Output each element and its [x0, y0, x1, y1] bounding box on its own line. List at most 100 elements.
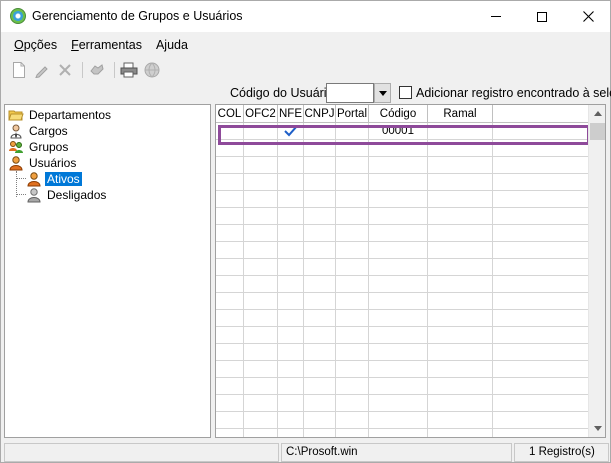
empty-cell[interactable]: [336, 157, 369, 173]
tree-item-usuarios[interactable]: Usuários: [8, 155, 78, 171]
empty-cell[interactable]: [304, 174, 336, 190]
empty-cell[interactable]: [336, 310, 369, 326]
empty-cell[interactable]: [216, 242, 244, 258]
empty-cell[interactable]: [244, 242, 278, 258]
empty-table-row[interactable]: [216, 157, 588, 174]
empty-cell[interactable]: [369, 412, 428, 428]
tree-item-ativos[interactable]: Ativos: [26, 171, 83, 187]
empty-cell[interactable]: [244, 429, 278, 437]
tree-panel[interactable]: Departamentos Cargos Grupos Usuários Ati…: [4, 104, 211, 438]
empty-cell[interactable]: [304, 412, 336, 428]
empty-cell[interactable]: [244, 191, 278, 207]
cell-ramal[interactable]: [428, 123, 493, 139]
empty-cell[interactable]: [428, 361, 493, 377]
associate-button[interactable]: [87, 60, 107, 80]
empty-cell[interactable]: [216, 429, 244, 437]
column-header-codigo[interactable]: Código: [369, 105, 428, 123]
empty-cell[interactable]: [304, 293, 336, 309]
empty-cell[interactable]: [369, 429, 428, 437]
empty-table-row[interactable]: [216, 310, 588, 327]
cell-cnpj[interactable]: [304, 123, 336, 139]
empty-cell[interactable]: [428, 242, 493, 258]
empty-cell[interactable]: [493, 259, 588, 275]
empty-cell[interactable]: [369, 208, 428, 224]
empty-cell[interactable]: [216, 157, 244, 173]
cell-col[interactable]: [216, 123, 244, 139]
empty-cell[interactable]: [336, 361, 369, 377]
empty-cell[interactable]: [493, 191, 588, 207]
empty-cell[interactable]: [244, 361, 278, 377]
empty-table-row[interactable]: [216, 412, 588, 429]
empty-cell[interactable]: [428, 140, 493, 156]
empty-cell[interactable]: [244, 293, 278, 309]
empty-cell[interactable]: [278, 344, 304, 360]
empty-table-row[interactable]: [216, 174, 588, 191]
empty-cell[interactable]: [244, 412, 278, 428]
scroll-up-button[interactable]: [589, 105, 605, 122]
empty-cell[interactable]: [304, 191, 336, 207]
empty-table-row[interactable]: [216, 378, 588, 395]
tree-item-desligados[interactable]: Desligados: [26, 187, 108, 203]
empty-cell[interactable]: [304, 276, 336, 292]
empty-cell[interactable]: [336, 191, 369, 207]
empty-cell[interactable]: [336, 429, 369, 437]
web-button[interactable]: [142, 60, 162, 80]
empty-cell[interactable]: [304, 310, 336, 326]
empty-cell[interactable]: [493, 395, 588, 411]
tree-item-departamentos[interactable]: Departamentos: [8, 107, 113, 123]
empty-cell[interactable]: [278, 174, 304, 190]
empty-cell[interactable]: [244, 140, 278, 156]
empty-cell[interactable]: [278, 140, 304, 156]
empty-cell[interactable]: [336, 140, 369, 156]
empty-cell[interactable]: [304, 344, 336, 360]
empty-cell[interactable]: [278, 378, 304, 394]
empty-cell[interactable]: [369, 225, 428, 241]
empty-cell[interactable]: [278, 361, 304, 377]
empty-cell[interactable]: [216, 225, 244, 241]
empty-table-row[interactable]: [216, 208, 588, 225]
empty-cell[interactable]: [244, 378, 278, 394]
empty-cell[interactable]: [336, 242, 369, 258]
empty-cell[interactable]: [369, 140, 428, 156]
print-button[interactable]: [119, 60, 139, 80]
empty-cell[interactable]: [304, 361, 336, 377]
empty-table-row[interactable]: [216, 429, 588, 437]
empty-cell[interactable]: [369, 395, 428, 411]
empty-cell[interactable]: [336, 225, 369, 241]
menu-ferramentas[interactable]: Ferramentas: [64, 38, 149, 52]
table-row[interactable]: 00001: [216, 123, 588, 140]
empty-cell[interactable]: [369, 344, 428, 360]
empty-cell[interactable]: [493, 242, 588, 258]
empty-cell[interactable]: [336, 344, 369, 360]
empty-cell[interactable]: [428, 208, 493, 224]
empty-cell[interactable]: [428, 259, 493, 275]
empty-cell[interactable]: [493, 208, 588, 224]
empty-cell[interactable]: [428, 395, 493, 411]
empty-cell[interactable]: [493, 140, 588, 156]
maximize-button[interactable]: [519, 1, 565, 32]
column-header-ramal[interactable]: Ramal: [428, 105, 493, 123]
empty-cell[interactable]: [369, 293, 428, 309]
empty-cell[interactable]: [244, 259, 278, 275]
empty-cell[interactable]: [244, 395, 278, 411]
empty-cell[interactable]: [304, 378, 336, 394]
empty-cell[interactable]: [216, 310, 244, 326]
empty-cell[interactable]: [336, 327, 369, 343]
empty-cell[interactable]: [278, 242, 304, 258]
empty-cell[interactable]: [278, 225, 304, 241]
empty-table-row[interactable]: [216, 327, 588, 344]
empty-cell[interactable]: [493, 429, 588, 437]
empty-cell[interactable]: [216, 174, 244, 190]
empty-cell[interactable]: [244, 276, 278, 292]
column-header-cnpj[interactable]: CNPJ: [304, 105, 336, 123]
close-button[interactable]: [565, 1, 611, 32]
column-header-col[interactable]: COL: [216, 105, 244, 123]
empty-cell[interactable]: [369, 378, 428, 394]
empty-cell[interactable]: [336, 174, 369, 190]
empty-cell[interactable]: [428, 327, 493, 343]
column-header-nfe[interactable]: NFE: [278, 105, 304, 123]
empty-cell[interactable]: [336, 276, 369, 292]
cell-ofc2[interactable]: [244, 123, 278, 139]
empty-cell[interactable]: [336, 208, 369, 224]
empty-cell[interactable]: [336, 378, 369, 394]
